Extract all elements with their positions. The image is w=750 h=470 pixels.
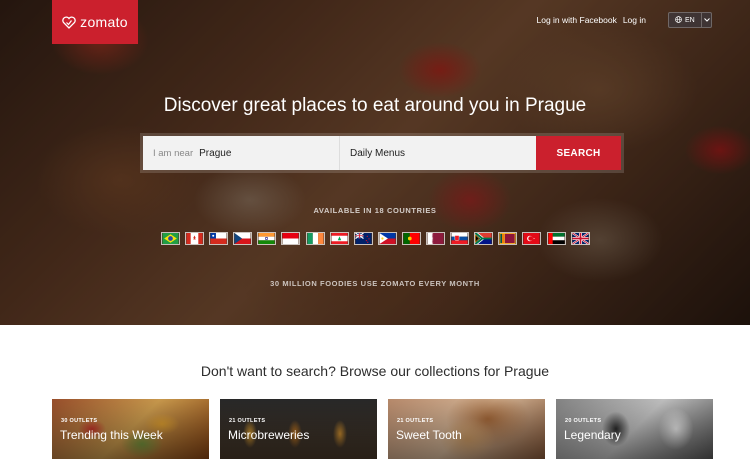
search-button[interactable]: SEARCH [536,136,621,170]
login-link[interactable]: Log in [623,15,646,25]
heart-check-icon [62,15,76,29]
uae-flag-icon[interactable] [546,232,566,245]
slovakia-flag-icon[interactable] [450,232,470,245]
foodies-stat-text: 30 MILLION FOODIES USE ZOMATO EVERY MONT… [270,279,480,288]
turkey-flag-icon[interactable] [522,232,542,245]
hero-headline: Discover great places to eat around you … [163,95,587,116]
zomato-logo[interactable]: zomato [52,0,138,44]
indonesia-flag-icon[interactable] [281,232,301,245]
brand-name: zomato [80,14,128,30]
sri-lanka-flag-icon[interactable] [498,232,518,245]
uk-flag-icon[interactable] [570,232,590,245]
location-value: Prague [199,147,232,159]
chile-flag-icon[interactable] [209,232,229,245]
south-africa-flag-icon[interactable] [474,232,494,245]
location-prefix: I am near [153,147,194,159]
collection-card-sweet-tooth[interactable]: 21 OUTLETS Sweet Tooth [388,399,545,459]
location-field[interactable]: I am near Prague [143,136,340,170]
new-zealand-flag-icon[interactable] [353,232,373,245]
collection-title: Sweet Tooth [396,428,462,442]
available-countries-text: AVAILABLE IN 18 COUNTRIES [313,206,437,215]
language-label: EN [685,16,695,24]
collection-card-microbreweries[interactable]: 21 OUTLETS Microbreweries [220,399,377,459]
search-bar: I am near Prague Daily Menus SEARCH [143,136,621,170]
globe-icon [675,15,682,25]
collection-outlets-count: 21 OUTLETS [397,418,434,424]
collections-cards: 30 OUTLETS Trending this Week 21 OUTLETS… [52,399,713,459]
lebanon-flag-icon[interactable] [329,232,349,245]
top-nav: Log in with Facebook Log in EN [537,12,712,28]
qatar-flag-icon[interactable] [426,232,446,245]
brazil-flag-icon[interactable] [161,232,180,245]
portugal-flag-icon[interactable] [401,232,421,245]
collection-title: Trending this Week [60,428,163,442]
collection-title: Microbreweries [228,428,310,442]
philippines-flag-icon[interactable] [377,232,397,245]
collection-card-trending[interactable]: 30 OUTLETS Trending this Week [52,399,209,459]
chevron-down-icon [701,13,711,27]
facebook-login-link[interactable]: Log in with Facebook [537,15,617,25]
india-flag-icon[interactable] [257,232,277,245]
collection-title: Legendary [564,428,621,442]
country-flags [161,232,590,245]
collections-title: Don't want to search? Browse our collect… [200,363,550,379]
ireland-flag-icon[interactable] [305,232,325,245]
collection-outlets-count: 21 OUTLETS [229,418,266,424]
canada-flag-icon[interactable] [185,232,205,245]
collection-outlets-count: 30 OUTLETS [61,418,98,424]
language-selector[interactable]: EN [668,12,712,28]
search-input[interactable]: Daily Menus [340,136,536,170]
czech-flag-icon[interactable] [233,232,253,245]
collection-outlets-count: 20 OUTLETS [565,418,602,424]
collection-card-legendary[interactable]: 20 OUTLETS Legendary [556,399,713,459]
